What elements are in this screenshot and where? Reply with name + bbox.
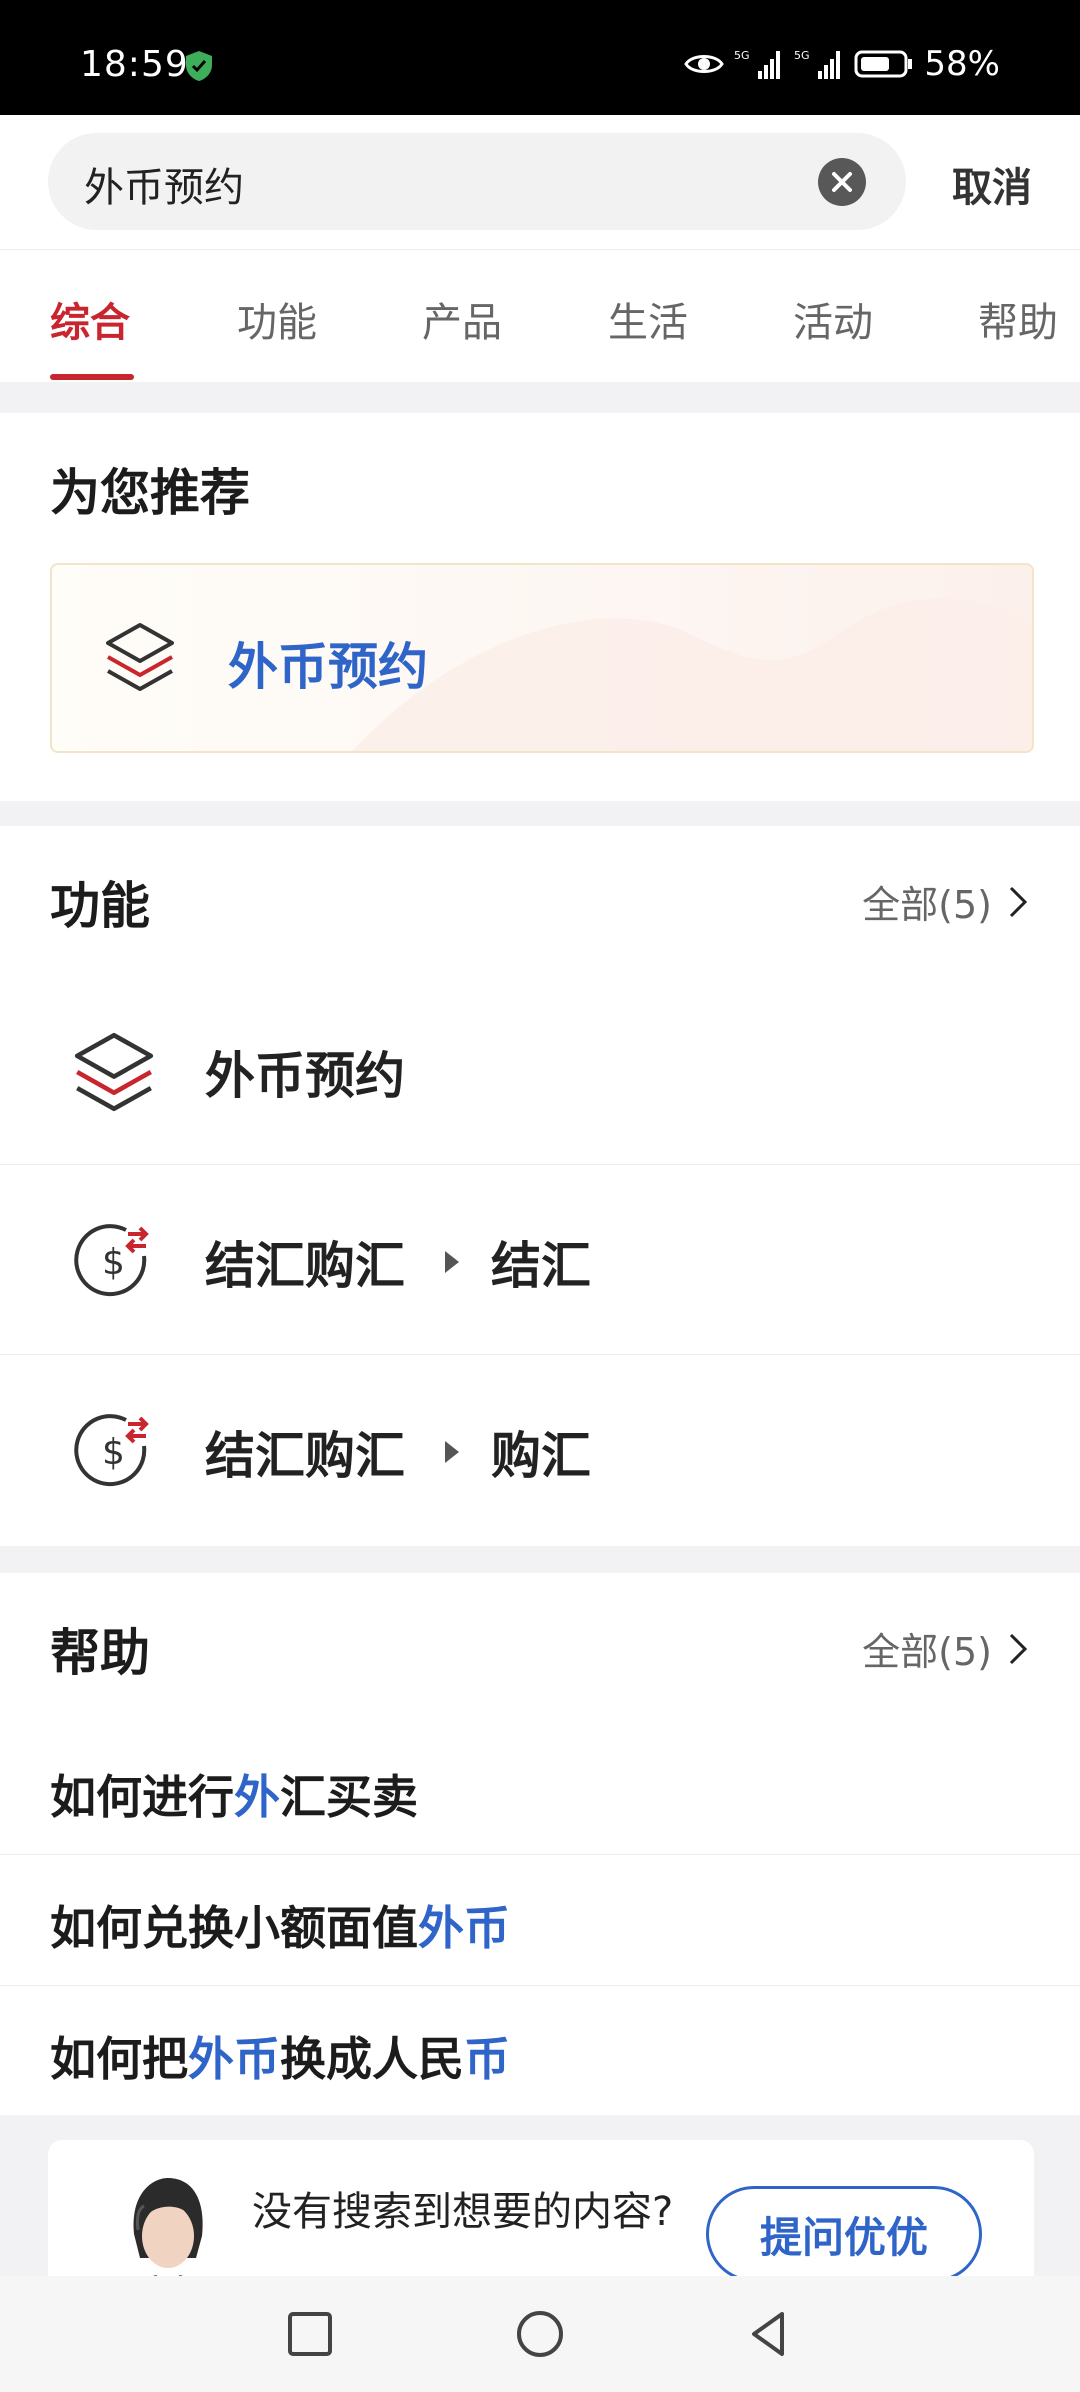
functions-see-all-link[interactable]: 全部(5) xyxy=(862,874,1030,929)
system-nav-bar xyxy=(0,2276,1080,2392)
section-title: 帮助 xyxy=(50,1624,150,1682)
network-type: 5G xyxy=(734,49,750,62)
category-tabs: 综合 功能 产品 生活 活动 帮助 xyxy=(0,250,1080,382)
tab-activities[interactable]: 活动 xyxy=(793,290,873,348)
shield-check-icon xyxy=(186,51,212,81)
recommend-card-label: 外币预约 xyxy=(228,638,428,696)
breadcrumb-parent: 结汇购汇 xyxy=(205,1427,405,1485)
back-icon[interactable] xyxy=(742,2306,798,2362)
help-item[interactable]: 如何兑换小额面值外币 xyxy=(0,1854,1080,1986)
currency-exchange-icon: $ xyxy=(74,1414,149,1487)
battery-percent: 58% xyxy=(924,44,1000,84)
status-time: 18:59 xyxy=(80,44,189,85)
help-item-text: 如何进行外汇买卖 xyxy=(50,1770,418,1824)
tab-all[interactable]: 综合 xyxy=(50,290,130,348)
see-all-label: 全部(5) xyxy=(862,883,992,927)
search-input[interactable]: 外币预约 xyxy=(48,133,906,230)
help-item[interactable]: 如何把外币换成人民币 xyxy=(0,1985,1080,2116)
function-item-label: 结汇购汇 结汇 xyxy=(205,1226,591,1298)
ask-assistant-button[interactable]: 提问优优 xyxy=(706,2186,982,2282)
breadcrumb-child: 结汇 xyxy=(491,1237,591,1295)
tab-products[interactable]: 产品 xyxy=(422,290,502,348)
help-item-text: 如何兑换小额面值外币 xyxy=(50,1901,510,1955)
tab-life[interactable]: 生活 xyxy=(608,290,688,348)
function-item[interactable]: $ 结汇购汇 购汇 xyxy=(0,1354,1080,1544)
svg-text:$: $ xyxy=(102,1242,125,1283)
card-wave-decoration xyxy=(352,598,1032,751)
recommend-card[interactable]: 外币预约 xyxy=(50,563,1034,753)
status-icons: 5G 5G 58% xyxy=(684,44,1000,84)
clear-icon[interactable] xyxy=(818,158,866,206)
signal-icon: 5G xyxy=(734,49,781,79)
cancel-button[interactable]: 取消 xyxy=(952,155,1032,213)
help-see-all-link[interactable]: 全部(5) xyxy=(862,1621,1030,1676)
eye-icon xyxy=(684,55,725,73)
chevron-right-icon xyxy=(1009,1633,1028,1664)
functions-section: 功能 全部(5) 外币预约 $ 结汇购汇 结汇 $ 结汇购汇 购汇 xyxy=(0,826,1080,1546)
caret-right-icon xyxy=(445,1251,459,1273)
caret-right-icon xyxy=(445,1441,459,1463)
search-bar: 外币预约 取消 xyxy=(0,115,1080,250)
function-item[interactable]: $ 结汇购汇 结汇 xyxy=(0,1164,1080,1355)
function-item[interactable]: 外币预约 xyxy=(0,974,1080,1165)
battery-icon xyxy=(854,50,913,78)
tab-active-indicator xyxy=(50,374,134,380)
signal-icon: 5G xyxy=(794,49,841,79)
svg-text:$: $ xyxy=(102,1432,125,1473)
currency-exchange-icon: $ xyxy=(74,1224,149,1297)
home-icon[interactable] xyxy=(512,2306,568,2362)
assistant-prompt: 没有搜索到想要的内容? xyxy=(252,2189,674,2235)
status-bar: 18:59 5G 5G 58% xyxy=(0,0,1080,115)
function-item-label: 外币预约 xyxy=(205,1047,405,1105)
help-section: 帮助 全部(5) 如何进行外汇买卖 如何兑换小额面值外币 如何把外币换成人民币 xyxy=(0,1573,1080,2115)
help-item-text: 如何把外币换成人民币 xyxy=(50,2032,510,2086)
tab-functions[interactable]: 功能 xyxy=(237,290,317,348)
recent-apps-icon[interactable] xyxy=(282,2306,338,2362)
breadcrumb-child: 购汇 xyxy=(491,1427,591,1485)
tab-help[interactable]: 帮助 xyxy=(978,290,1058,348)
chevron-right-icon xyxy=(1009,886,1028,917)
layers-icon xyxy=(74,1032,154,1112)
layers-icon xyxy=(106,623,174,691)
help-item[interactable]: 如何进行外汇买卖 xyxy=(0,1723,1080,1855)
function-item-label: 结汇购汇 购汇 xyxy=(205,1416,591,1488)
section-title: 为您推荐 xyxy=(50,464,250,522)
network-type: 5G xyxy=(794,49,810,62)
breadcrumb-parent: 结汇购汇 xyxy=(205,1237,405,1295)
recommend-section: 为您推荐 外币预约 xyxy=(0,413,1080,801)
see-all-label: 全部(5) xyxy=(862,1630,992,1674)
search-query: 外币预约 xyxy=(84,165,244,211)
section-title: 功能 xyxy=(50,877,150,935)
